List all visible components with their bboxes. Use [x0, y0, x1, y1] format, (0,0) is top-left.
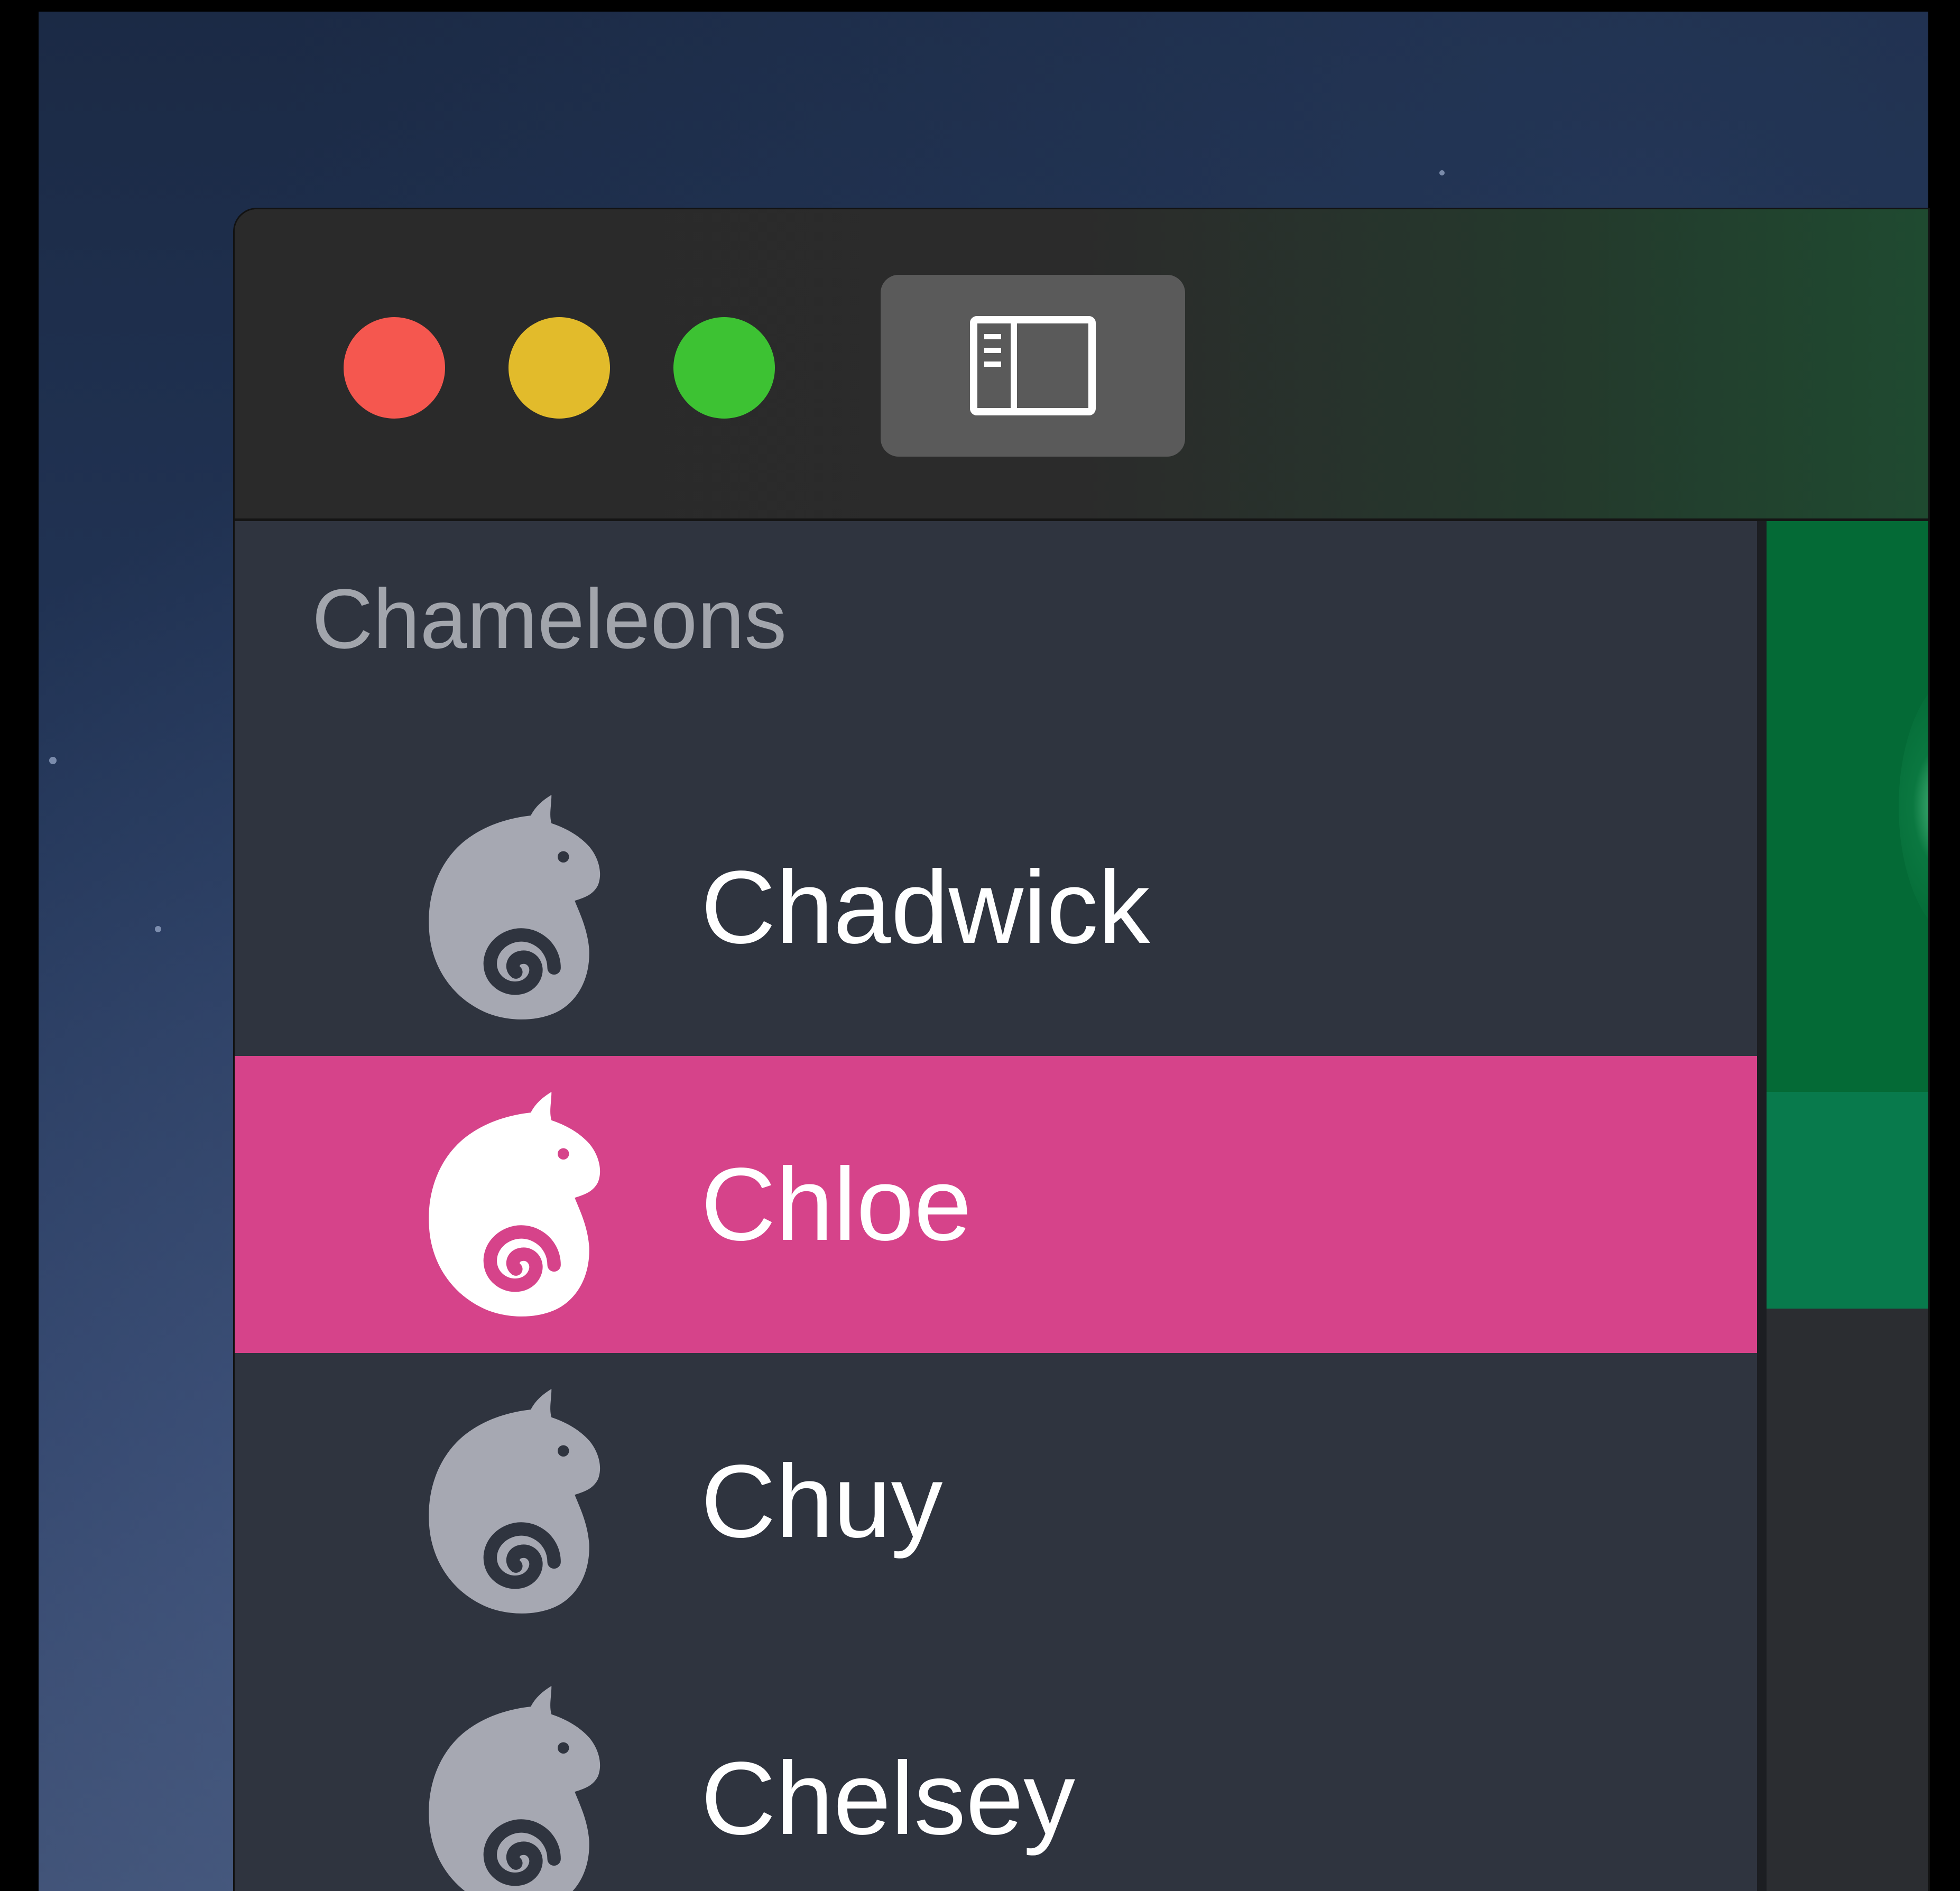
- app-window: Chameleons Chadwick Chloe Chuy Chelsey: [235, 209, 1928, 1891]
- sidebar-section-title: Chameleons: [312, 571, 787, 666]
- chameleon-icon: [429, 1389, 600, 1614]
- title-bar: [235, 209, 1928, 521]
- chameleon-icon: [429, 795, 600, 1019]
- sidebar-item-label: Chadwick: [701, 849, 1150, 965]
- zoom-button[interactable]: [673, 317, 775, 419]
- minimize-button[interactable]: [509, 317, 610, 419]
- close-button[interactable]: [344, 317, 445, 419]
- sidebar-item-chelsey[interactable]: Chelsey: [235, 1650, 1757, 1891]
- detail-pane: [1767, 521, 1928, 1891]
- chameleon-icon: [429, 1092, 600, 1317]
- sidebar-item-chadwick[interactable]: Chadwick: [235, 759, 1757, 1056]
- split-view-divider[interactable]: [1757, 521, 1767, 1891]
- sidebar-item-chuy[interactable]: Chuy: [235, 1353, 1757, 1650]
- sidebar-item-label: Chloe: [701, 1146, 972, 1262]
- chameleon-icon: [429, 1686, 600, 1891]
- screen: Chameleons Chadwick Chloe Chuy Chelsey: [0, 0, 1960, 1891]
- sidebar-toggle-icon: [970, 316, 1096, 415]
- sidebar-item-label: Chuy: [701, 1443, 943, 1559]
- detail-band: [1767, 1092, 1928, 1309]
- sidebar-item-chloe[interactable]: Chloe: [235, 1056, 1757, 1353]
- sidebar-item-label: Chelsey: [701, 1740, 1076, 1856]
- sidebar-toggle-button[interactable]: [881, 275, 1185, 457]
